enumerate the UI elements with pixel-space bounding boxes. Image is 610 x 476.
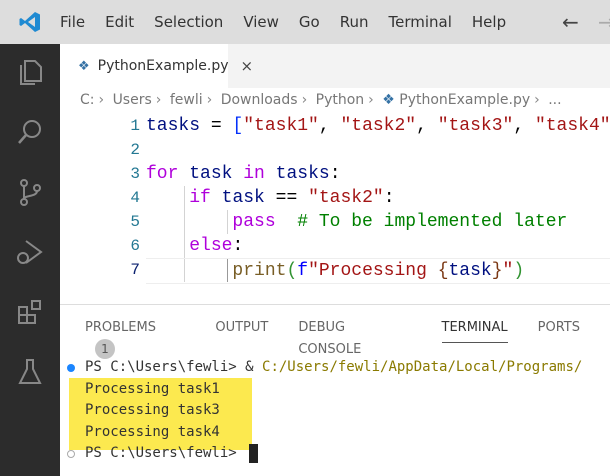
- menu-help[interactable]: Help: [472, 13, 506, 31]
- tab-terminal[interactable]: TERMINAL: [441, 317, 508, 343]
- terminal-output-line: Processing task4: [85, 423, 220, 440]
- tab-output[interactable]: OUTPUT: [215, 317, 268, 343]
- breadcrumb-item[interactable]: fewli: [170, 92, 203, 108]
- search-icon[interactable]: [14, 116, 46, 148]
- menu-terminal[interactable]: Terminal: [389, 13, 452, 31]
- code-line: 1 tasks = ["task1", "task2", "task3", "ta…: [130, 116, 610, 136]
- code-line: 3 for task in tasks:: [130, 164, 341, 184]
- menu-edit[interactable]: Edit: [105, 13, 134, 31]
- extensions-icon[interactable]: [14, 296, 46, 328]
- terminal-output-line: Processing task1: [85, 380, 220, 397]
- vscode-logo-icon: [0, 0, 60, 44]
- terminal-cursor: [249, 443, 259, 463]
- menu-selection[interactable]: Selection: [154, 13, 223, 31]
- breadcrumb-item[interactable]: C:: [80, 92, 95, 108]
- menu-view[interactable]: View: [243, 13, 279, 31]
- editor-tab-bar: ❖ PythonExample.py ×: [60, 44, 610, 88]
- code-line-current: 7 print(f"Processing {task}"): [60, 258, 610, 284]
- tab-title: PythonExample.py: [97, 58, 229, 74]
- code-line: 6 else:: [130, 236, 244, 256]
- command-success-dot-icon: [67, 364, 75, 372]
- code-line: 2: [130, 141, 140, 159]
- breadcrumb-more[interactable]: ...: [548, 92, 561, 108]
- menu-file[interactable]: File: [60, 13, 85, 31]
- tab-ports[interactable]: PORTS: [538, 317, 580, 343]
- title-bar: File Edit Selection View Go Run Terminal…: [0, 0, 610, 44]
- terminal-output-line: Processing task3: [85, 402, 220, 418]
- code-line: 4 if task == "task2":: [130, 188, 395, 208]
- terminal-line: PS C:\Users\fewli> & C:/Users/fewli/AppD…: [60, 357, 610, 379]
- testing-flask-icon[interactable]: [14, 356, 46, 388]
- tab-problems[interactable]: PROBLEMS1: [85, 317, 185, 359]
- close-tab-icon[interactable]: ×: [241, 57, 254, 75]
- back-arrow-icon[interactable]: ←: [562, 10, 579, 34]
- problems-count-badge: 1: [95, 339, 115, 359]
- breadcrumb-item[interactable]: Downloads: [221, 92, 298, 108]
- menu-run[interactable]: Run: [340, 13, 369, 31]
- bottom-panel: PROBLEMS1 OUTPUT DEBUG CONSOLE TERMINAL …: [60, 304, 610, 476]
- code-editor[interactable]: 1 tasks = ["task1", "task2", "task3", "ta…: [60, 114, 610, 284]
- terminal[interactable]: PS C:\Users\fewli> & C:/Users/fewli/AppD…: [60, 357, 610, 465]
- source-control-icon[interactable]: [14, 176, 46, 208]
- activity-bar: [0, 44, 60, 476]
- breadcrumb-item[interactable]: PythonExample.py: [399, 92, 530, 108]
- code-line: 5 pass # To be implemented later: [130, 212, 568, 232]
- command-pending-dot-icon: [67, 450, 75, 458]
- breadcrumb-item[interactable]: Python: [316, 92, 365, 108]
- python-file-icon: ❖: [382, 92, 395, 108]
- breadcrumb-item[interactable]: Users: [113, 92, 152, 108]
- tab-debug-console[interactable]: DEBUG CONSOLE: [298, 317, 411, 357]
- breadcrumb: C: › Users › fewli › Downloads › Python › ❖ P…: [80, 92, 562, 108]
- menu-go[interactable]: Go: [299, 13, 320, 31]
- terminal-line: PS C:\Users\fewli>: [60, 443, 610, 465]
- tab-python-example[interactable]: ❖ PythonExample.py ×: [60, 44, 253, 88]
- explorer-icon[interactable]: [14, 56, 46, 88]
- python-file-icon: ❖: [78, 58, 90, 74]
- run-debug-icon[interactable]: [14, 236, 46, 268]
- forward-arrow-icon[interactable]: →: [598, 10, 610, 34]
